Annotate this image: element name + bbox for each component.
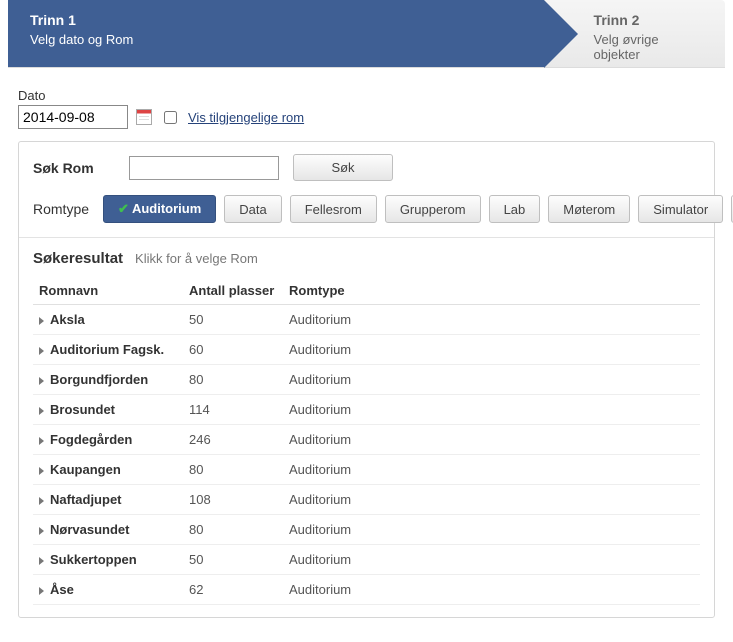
roomtype-filter-møterom[interactable]: Møterom — [548, 195, 630, 223]
date-label: Dato — [18, 88, 715, 103]
calendar-icon[interactable] — [136, 109, 152, 125]
chevron-right-icon — [39, 407, 44, 415]
row-type: Auditorium — [283, 455, 700, 485]
row-capacity: 80 — [183, 365, 283, 395]
table-row[interactable]: Brosundet 114Auditorium — [33, 395, 700, 425]
table-row[interactable]: Kaupangen 80Auditorium — [33, 455, 700, 485]
row-name: Fogdegården — [50, 432, 132, 447]
row-name: Kaupangen — [50, 462, 121, 477]
row-type: Auditorium — [283, 305, 700, 335]
roomtype-filter-simulator[interactable]: Simulator — [638, 195, 723, 223]
roomtype-filter-label: Simulator — [653, 202, 708, 217]
table-row[interactable]: Sukkertoppen 50Auditorium — [33, 545, 700, 575]
chevron-right-icon — [39, 557, 44, 565]
chevron-right-icon — [39, 497, 44, 505]
chevron-right-icon — [39, 437, 44, 445]
roomtype-filters: ✔Auditorium Data Fellesrom Grupperom Lab Møte… — [103, 195, 733, 223]
results-hint: Klikk for å velge Rom — [135, 251, 258, 266]
table-row[interactable]: Fogdegården 246Auditorium — [33, 425, 700, 455]
table-row[interactable]: Auditorium Fagsk. 60Auditorium — [33, 335, 700, 365]
row-capacity: 50 — [183, 545, 283, 575]
chevron-right-icon — [39, 527, 44, 535]
roomtype-filter-grupperom[interactable]: Grupperom — [385, 195, 481, 223]
roomtype-filter-fellesrom[interactable]: Fellesrom — [290, 195, 377, 223]
roomtype-filter-lab[interactable]: Lab — [489, 195, 541, 223]
chevron-right-icon — [39, 347, 44, 355]
step-1[interactable]: Trinn 1 Velg dato og Rom — [8, 0, 544, 67]
row-name: Nørvasundet — [50, 522, 129, 537]
roomtype-filter-label: Auditorium — [132, 201, 201, 216]
date-input[interactable] — [18, 105, 128, 129]
roomtype-filter-auditorium[interactable]: ✔Auditorium — [103, 195, 216, 223]
step-2[interactable]: Trinn 2 Velg øvrige objekter — [544, 0, 725, 67]
search-title: Søk Rom — [33, 160, 115, 176]
chevron-right-icon — [39, 587, 44, 595]
step-bar: Trinn 1 Velg dato og Rom Trinn 2 Velg øv… — [8, 0, 725, 68]
row-capacity: 62 — [183, 575, 283, 605]
row-name: Brosundet — [50, 402, 115, 417]
show-available-checkbox[interactable] — [164, 111, 177, 124]
step-1-subtitle: Velg dato og Rom — [30, 32, 522, 47]
step-2-title: Trinn 2 — [594, 12, 703, 28]
row-type: Auditorium — [283, 335, 700, 365]
col-header-name[interactable]: Romnavn — [33, 277, 183, 305]
row-name: Aksla — [50, 312, 85, 327]
row-name: Sukkertoppen — [50, 552, 137, 567]
results-table: Romnavn Antall plasser Romtype Aksla50Au… — [33, 277, 700, 605]
roomtype-label: Romtype — [33, 201, 89, 217]
check-icon: ✔ — [118, 201, 129, 216]
roomtype-filter-data[interactable]: Data — [224, 195, 281, 223]
search-input[interactable] — [129, 156, 279, 180]
results-title: Søkeresultat — [33, 250, 123, 267]
table-row[interactable]: Aksla 50Auditorium — [33, 305, 700, 335]
row-type: Auditorium — [283, 575, 700, 605]
table-row[interactable]: Borgundfjorden 80Auditorium — [33, 365, 700, 395]
row-name: Auditorium Fagsk. — [50, 342, 164, 357]
roomtype-filter-label: Lab — [504, 202, 526, 217]
chevron-right-icon — [39, 377, 44, 385]
col-header-capacity[interactable]: Antall plasser — [183, 277, 283, 305]
row-type: Auditorium — [283, 545, 700, 575]
search-panel: Søk Rom Søk Romtype ✔AuditoriumDataFelle… — [18, 141, 715, 618]
row-capacity: 80 — [183, 455, 283, 485]
table-row[interactable]: Nørvasundet 80Auditorium — [33, 515, 700, 545]
row-type: Auditorium — [283, 395, 700, 425]
col-header-type[interactable]: Romtype — [283, 277, 700, 305]
step-2-subtitle: Velg øvrige objekter — [594, 32, 703, 62]
chevron-right-icon — [39, 317, 44, 325]
row-type: Auditorium — [283, 485, 700, 515]
row-name: Åse — [50, 582, 74, 597]
row-name: Naftadjupet — [50, 492, 122, 507]
row-capacity: 80 — [183, 515, 283, 545]
row-type: Auditorium — [283, 365, 700, 395]
roomtype-filter-label: Møterom — [563, 202, 615, 217]
roomtype-filter-label: Fellesrom — [305, 202, 362, 217]
show-available-link[interactable]: Vis tilgjengelige rom — [188, 110, 304, 125]
row-capacity: 60 — [183, 335, 283, 365]
roomtype-filter-label: Data — [239, 202, 266, 217]
row-capacity: 246 — [183, 425, 283, 455]
row-capacity: 108 — [183, 485, 283, 515]
search-button[interactable]: Søk — [293, 154, 393, 181]
separator — [19, 237, 714, 238]
chevron-right-icon — [39, 467, 44, 475]
table-row[interactable]: Naftadjupet 108Auditorium — [33, 485, 700, 515]
step-1-title: Trinn 1 — [30, 12, 522, 28]
row-type: Auditorium — [283, 515, 700, 545]
row-type: Auditorium — [283, 425, 700, 455]
row-capacity: 114 — [183, 395, 283, 425]
row-capacity: 50 — [183, 305, 283, 335]
row-name: Borgundfjorden — [50, 372, 148, 387]
roomtype-filter-label: Grupperom — [400, 202, 466, 217]
table-row[interactable]: Åse 62Auditorium — [33, 575, 700, 605]
